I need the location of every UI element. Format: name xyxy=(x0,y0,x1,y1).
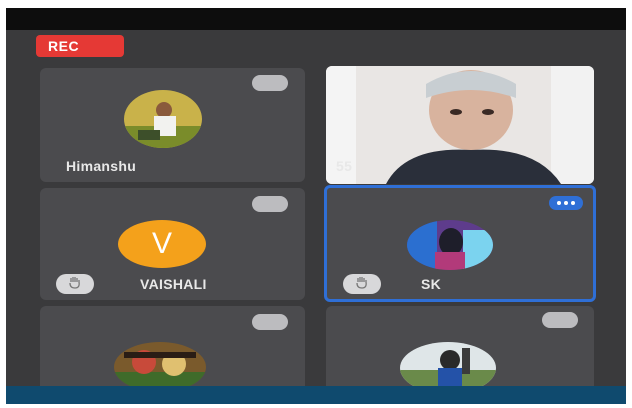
participant-name: Himanshu xyxy=(66,158,137,174)
tile-options-pill[interactable] xyxy=(542,312,578,328)
participant-initial-avatar: V xyxy=(118,220,206,268)
participant-avatar xyxy=(114,342,206,392)
participant-tile-sk[interactable]: SK xyxy=(324,185,596,302)
participant-tile-vaishali[interactable]: V VAISHALI xyxy=(40,188,305,300)
participant-tile-55[interactable]: 55 xyxy=(326,66,594,184)
participant-avatar xyxy=(124,90,202,148)
dot xyxy=(557,201,561,205)
hand-icon xyxy=(68,275,82,294)
more-options-button[interactable] xyxy=(549,196,583,210)
recording-badge: REC xyxy=(36,35,124,57)
meeting-screen: REC Himanshu 55 V VAISHALI SK xyxy=(6,8,626,404)
participant-name: VAISHALI xyxy=(140,276,207,292)
raised-hand-pill xyxy=(343,274,381,294)
dot xyxy=(571,201,575,205)
participant-name: 55 xyxy=(336,158,353,174)
tile-options-pill[interactable] xyxy=(252,196,288,212)
dot xyxy=(564,201,568,205)
tile-options-pill[interactable] xyxy=(252,75,288,91)
raised-hand-pill xyxy=(56,274,94,294)
tile-options-pill[interactable] xyxy=(252,314,288,330)
participant-video-feed xyxy=(326,66,594,184)
participant-tile-himanshu[interactable]: Himanshu xyxy=(40,68,305,182)
participant-name: SK xyxy=(421,276,442,292)
hand-icon xyxy=(355,275,369,294)
participant-avatar xyxy=(407,220,493,270)
bottom-toolbar xyxy=(6,386,626,404)
status-bar xyxy=(6,8,626,30)
